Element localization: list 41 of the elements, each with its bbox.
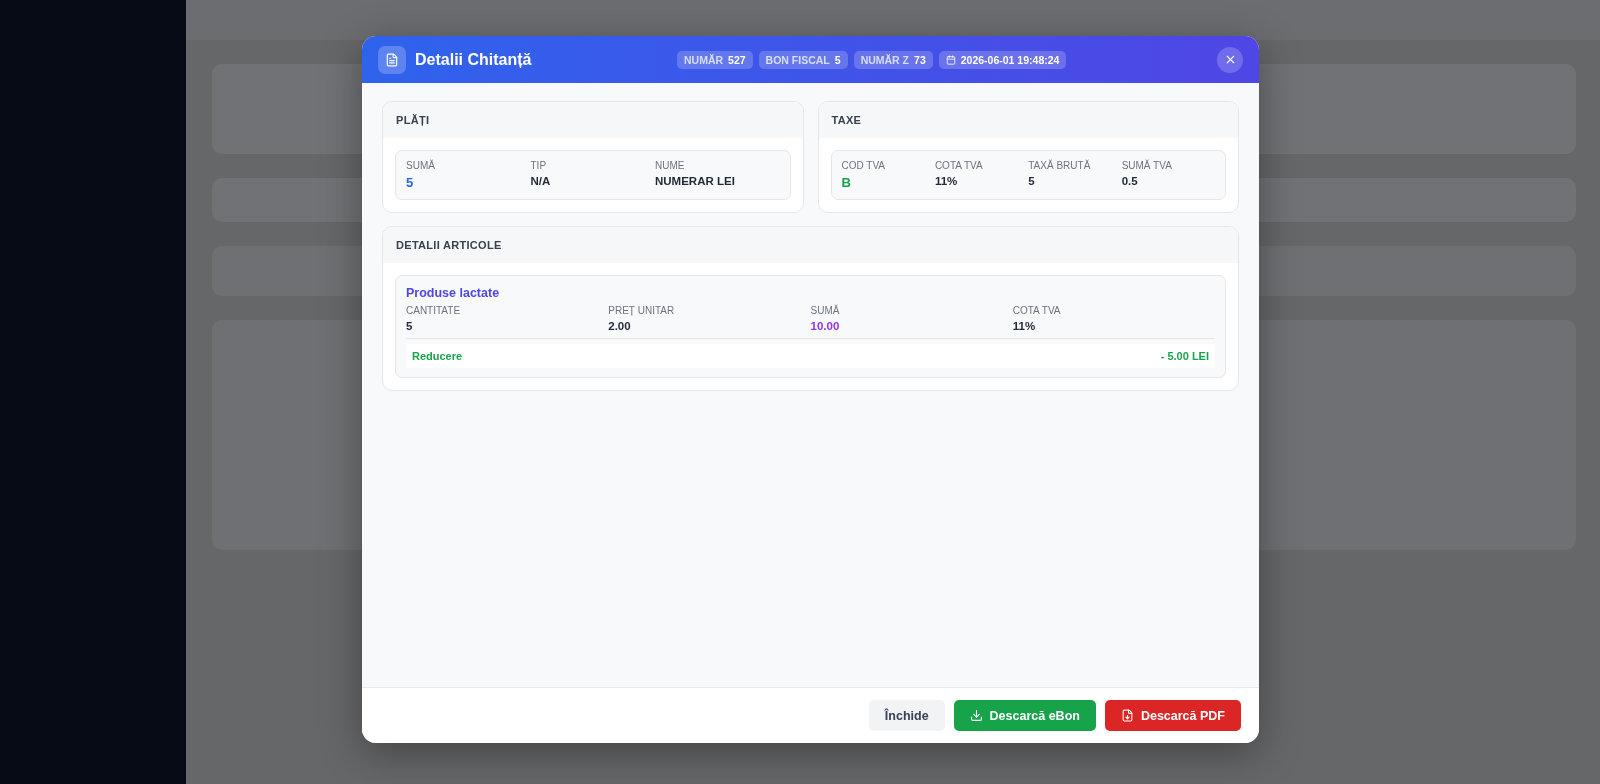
info-badge: NUMĂR 527 — [677, 50, 753, 69]
discount-label: Reducere — [412, 350, 463, 362]
document-icon — [378, 45, 406, 74]
card-title: TAXE — [818, 102, 1238, 138]
calendar-icon — [945, 54, 956, 65]
date-badge: 2026-06-01 19:48:24 — [938, 50, 1067, 69]
dialog-title: Detalii Chitanță — [415, 50, 533, 69]
article-name: Produse lactate — [406, 286, 501, 300]
discount-value: - 5.00 LEI — [1160, 350, 1209, 362]
field-value: 5 — [406, 320, 414, 332]
field-label: CANTITATE — [406, 305, 462, 316]
close-button[interactable]: Închide — [868, 700, 945, 731]
field-value: 5 — [1028, 175, 1036, 187]
download-button[interactable]: Descarcă eBon — [953, 700, 1096, 731]
info-badge: NUMĂR Z 73 — [853, 50, 933, 69]
field-label: PREȚ UNITAR — [608, 305, 676, 316]
field-label: NUME — [655, 160, 686, 171]
card-title: PLĂȚI — [383, 102, 803, 138]
field-label: COTA TVA — [934, 160, 984, 171]
download-icon — [969, 709, 983, 722]
card-title: DETALII ARTICOLE — [383, 227, 1238, 263]
field-label: SUMĂ — [406, 160, 436, 171]
field-value: 0.5 — [1121, 175, 1139, 187]
field-label: TIP — [530, 160, 548, 171]
field-value: N/A — [530, 175, 552, 187]
field-value: NUMERAR LEI — [655, 175, 736, 187]
close-button[interactable] — [1217, 46, 1243, 73]
info-badge: BON FISCAL 5 — [758, 50, 848, 69]
field-value: 11% — [934, 175, 959, 187]
download-button[interactable]: Descarcă PDF — [1104, 700, 1241, 731]
field-value: 5 — [406, 175, 415, 190]
field-label: SUMĂ TVA — [1121, 160, 1173, 171]
field-label: SUMĂ — [810, 305, 841, 316]
field-value: 2.00 — [608, 320, 632, 332]
file-icon — [1120, 709, 1134, 722]
field-label: COTA TVA — [1012, 305, 1062, 316]
field-value: 10.00 — [810, 320, 841, 332]
field-value: B — [841, 175, 852, 190]
field-label: TAXĂ BRUTĂ — [1028, 160, 1092, 171]
field-value: 11% — [1012, 320, 1037, 332]
field-label: COD TVA — [841, 160, 887, 171]
